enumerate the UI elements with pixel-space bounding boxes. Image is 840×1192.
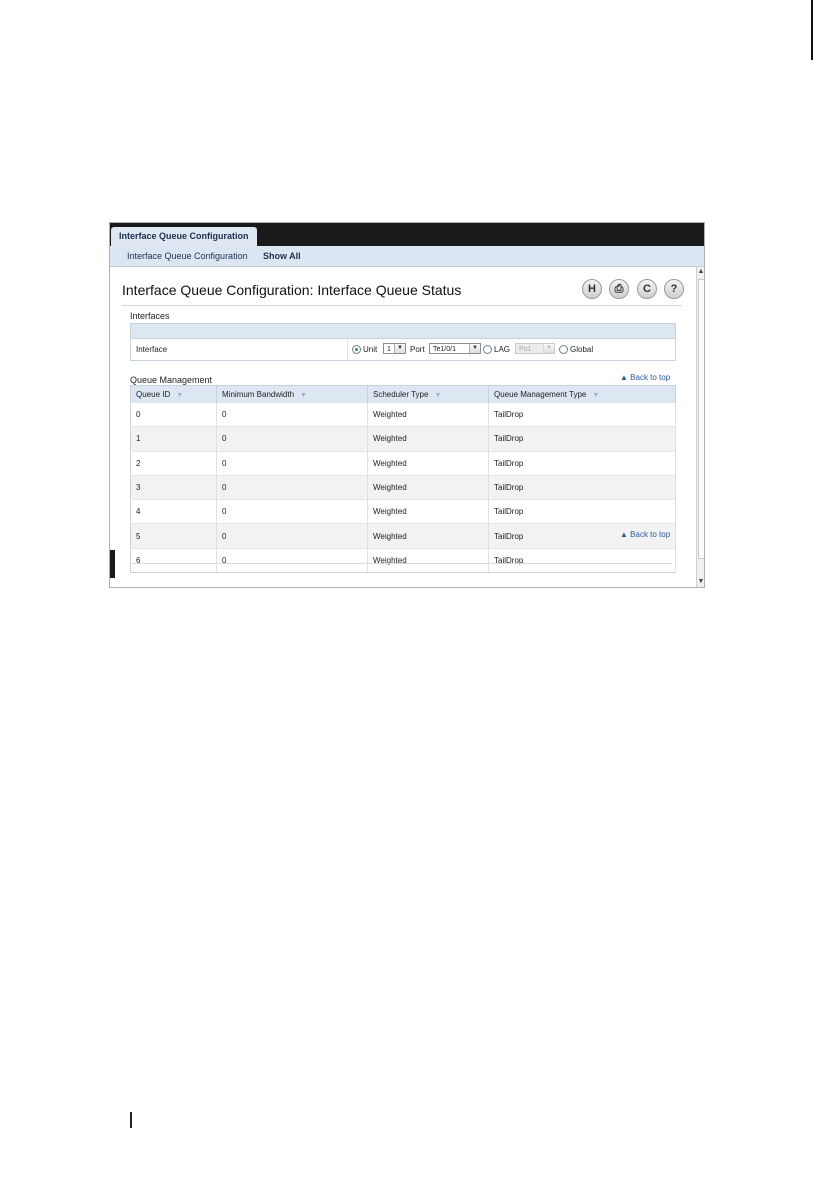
lag-radio[interactable] [483, 345, 492, 354]
content-divider [132, 563, 672, 564]
column-header-label: Queue Management Type [494, 389, 587, 399]
column-header-label: Queue ID [136, 389, 171, 399]
queue-management-type-cell: TailDrop [488, 401, 676, 427]
port-select-value: Te1/0/1 [433, 346, 456, 353]
queue-id-cell: 4 [130, 499, 217, 524]
column-divider [347, 339, 348, 360]
scheduler-type-cell: Weighted [367, 401, 489, 427]
back-to-top-link-bottom[interactable]: ▲ Back to top [620, 530, 670, 539]
sub-navigation: Interface Queue Configuration Show All [110, 246, 704, 267]
column-header-scheduler-type[interactable]: Scheduler Type ▼ [367, 385, 489, 403]
minimum-bandwidth-cell: 0 [216, 450, 368, 476]
column-header-label: Scheduler Type [373, 389, 429, 399]
main-content: Interface Queue Configuration: Interface… [110, 267, 696, 587]
scheduler-type-cell: Weighted [367, 547, 489, 573]
interfaces-table: Interface Unit 1 ▼ Port Te1/0/1 ▼ LAG Po… [130, 323, 676, 361]
minimum-bandwidth-cell: 0 [216, 547, 368, 573]
lag-select[interactable]: Po1 ▼ [515, 343, 555, 354]
triangle-up-icon: ▲ [620, 530, 628, 539]
scheduler-type-cell: Weighted [367, 426, 489, 452]
queue-management-table: Queue ID ▼ Minimum Bandwidth ▼ Scheduler T… [130, 385, 676, 573]
port-select[interactable]: Te1/0/1 ▼ [429, 343, 481, 354]
table-row[interactable]: 6 0 Weighted TailDrop [130, 547, 676, 573]
unit-radio[interactable] [352, 345, 361, 354]
scheduler-type-cell: Weighted [367, 499, 489, 524]
chevron-down-icon: ▼ [469, 344, 480, 353]
minimum-bandwidth-cell: 0 [216, 523, 368, 549]
save-icon[interactable]: H [582, 279, 602, 299]
chevron-down-icon: ▼ [394, 344, 405, 353]
page-margin-line [811, 0, 813, 60]
app-window: Interface Queue Configuration Interface … [109, 222, 705, 588]
side-panel-handle[interactable] [110, 550, 115, 578]
queue-id-cell: 3 [130, 474, 217, 500]
queue-management-type-cell: TailDrop [488, 450, 676, 476]
queue-id-cell: 6 [130, 547, 217, 573]
scroll-up-icon[interactable]: ▲ [697, 267, 704, 277]
column-header-queue-id[interactable]: Queue ID ▼ [130, 385, 217, 403]
page-title: Interface Queue Configuration: Interface… [122, 282, 462, 298]
tab-bar: Interface Queue Configuration [110, 223, 704, 246]
interface-label: Interface [136, 345, 168, 354]
minimum-bandwidth-cell: 0 [216, 474, 368, 500]
global-radio[interactable] [559, 345, 568, 354]
minimum-bandwidth-cell: 0 [216, 401, 368, 427]
table-row[interactable]: 1 0 Weighted TailDrop [130, 426, 676, 452]
scheduler-type-cell: Weighted [367, 450, 489, 476]
table-header-row: Queue ID ▼ Minimum Bandwidth ▼ Scheduler T… [130, 385, 676, 403]
vertical-scrollbar[interactable]: ▲ ▼ [696, 267, 704, 587]
table-row[interactable]: 2 0 Weighted TailDrop [130, 450, 676, 476]
column-header-label: Minimum Bandwidth [222, 389, 295, 399]
queue-id-cell: 1 [130, 426, 217, 452]
tab-interface-queue-configuration[interactable]: Interface Queue Configuration [111, 227, 257, 246]
back-to-top-label: Back to top [630, 373, 671, 382]
queue-management-type-cell: TailDrop [488, 499, 676, 524]
chevron-down-icon: ▼ [543, 344, 554, 353]
queue-id-cell: 0 [130, 401, 217, 427]
interfaces-table-header [131, 324, 675, 339]
refresh-icon[interactable]: C [637, 279, 657, 299]
sort-icon: ▼ [300, 391, 307, 399]
scrollbar-thumb[interactable] [698, 279, 704, 559]
sort-icon: ▼ [176, 391, 184, 399]
queue-id-cell: 5 [130, 523, 217, 549]
column-header-queue-management-type[interactable]: Queue Management Type ▼ [488, 385, 676, 403]
minimum-bandwidth-cell: 0 [216, 426, 368, 452]
unit-select-value: 1 [387, 346, 391, 353]
table-row[interactable]: 5 0 Weighted TailDrop [130, 523, 676, 549]
sort-icon: ▼ [434, 391, 442, 399]
table-row[interactable]: 4 0 Weighted TailDrop [130, 499, 676, 524]
scroll-down-icon[interactable]: ▼ [697, 577, 704, 587]
back-to-top-label: Back to top [630, 530, 671, 539]
scheduler-type-cell: Weighted [367, 474, 489, 500]
triangle-up-icon: ▲ [620, 373, 628, 382]
page-footer-mark [130, 1112, 132, 1128]
global-label: Global [570, 345, 594, 354]
scheduler-type-cell: Weighted [367, 523, 489, 549]
back-to-top-link[interactable]: ▲ Back to top [620, 373, 670, 382]
queue-management-type-cell: TailDrop [488, 426, 676, 452]
table-row[interactable]: 0 0 Weighted TailDrop [130, 401, 676, 427]
subnav-show-all[interactable]: Show All [263, 246, 301, 266]
unit-label: Unit [363, 345, 378, 354]
print-icon[interactable]: ⎙ [609, 279, 629, 299]
lag-label: LAG [494, 345, 511, 354]
help-icon[interactable]: ? [664, 279, 684, 299]
sort-icon: ▼ [592, 391, 600, 399]
queue-management-section-label: Queue Management [130, 375, 213, 385]
column-header-minimum-bandwidth[interactable]: Minimum Bandwidth ▼ [216, 385, 368, 403]
interfaces-section-label: Interfaces [130, 311, 170, 321]
title-divider [122, 305, 682, 306]
minimum-bandwidth-cell: 0 [216, 499, 368, 524]
port-label: Port [410, 345, 425, 354]
table-row[interactable]: 3 0 Weighted TailDrop [130, 474, 676, 500]
queue-management-type-cell: TailDrop [488, 474, 676, 500]
queue-management-type-cell: TailDrop [488, 547, 676, 573]
lag-select-value: Po1 [519, 346, 532, 353]
interface-row: Interface Unit 1 ▼ Port Te1/0/1 ▼ LAG Po… [131, 339, 675, 360]
subnav-interface-queue-configuration[interactable]: Interface Queue Configuration [127, 246, 248, 266]
unit-select[interactable]: 1 ▼ [383, 343, 406, 354]
queue-id-cell: 2 [130, 450, 217, 476]
